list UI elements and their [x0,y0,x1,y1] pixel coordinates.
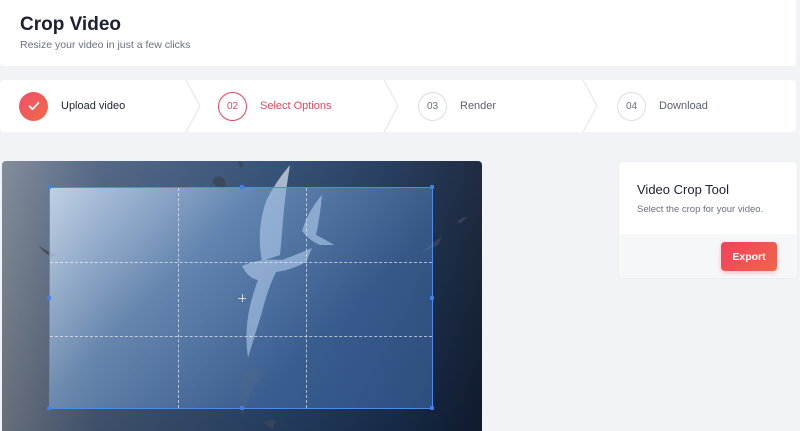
panel-title: Video Crop Tool [637,182,730,197]
crop-handle-top-left[interactable] [47,185,51,189]
crop-handle-top-right[interactable] [430,185,434,189]
step-number: 03 [418,91,447,121]
step-label: Render [460,100,497,112]
step-divider-icon [582,80,598,132]
step-upload-video[interactable]: Upload video [19,80,125,132]
step-number: 02 [218,91,247,121]
page-subtitle: Resize your video in just a few clicks [20,39,191,51]
crop-handle-right[interactable] [430,296,434,300]
crop-handle-bottom[interactable] [240,406,244,410]
export-button[interactable]: Export [721,242,777,271]
crop-selection-box[interactable] [47,185,434,410]
step-divider-icon [383,80,399,132]
step-number: 04 [617,91,646,121]
step-download[interactable]: 04 Download [617,80,708,132]
step-label: Upload video [61,100,126,112]
crop-handle-bottom-left[interactable] [47,406,51,410]
page-header: Crop Video Resize your video in just a f… [0,0,796,66]
video-preview [2,161,482,431]
check-icon [19,91,48,121]
step-label: Select Options [260,100,332,112]
page-title: Crop Video [20,14,121,35]
crop-handle-left[interactable] [47,296,51,300]
step-render[interactable]: 03 Render [418,80,496,132]
step-select-options[interactable]: 02 Select Options [218,80,332,132]
crop-handle-top[interactable] [240,185,244,189]
steps-bar: Upload video 02 Select Options 03 Render… [0,80,796,132]
crop-tool-panel: Video Crop Tool Select the crop for your… [618,161,798,279]
crop-handle-bottom-right[interactable] [430,406,434,410]
crop-center-icon [238,294,246,302]
step-label: Download [659,100,708,112]
step-divider-icon [185,80,201,132]
panel-description: Select the crop for your video. [637,204,764,215]
